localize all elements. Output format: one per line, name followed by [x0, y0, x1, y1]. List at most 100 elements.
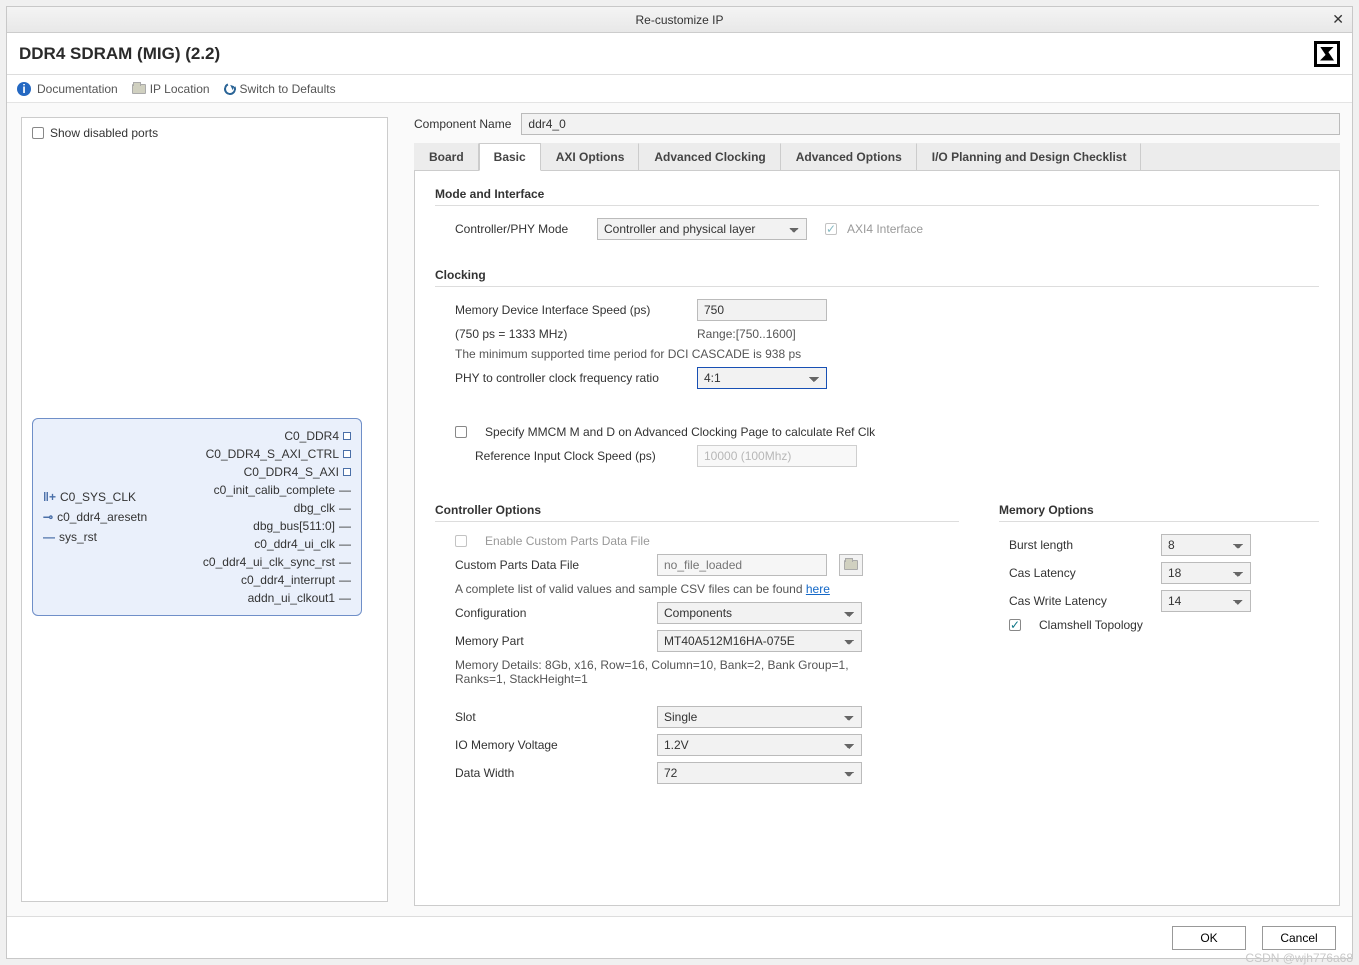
here-link[interactable]: here: [806, 582, 830, 596]
pin-icon: ⊸: [43, 510, 53, 524]
io-voltage-select[interactable]: 1.2V: [657, 734, 862, 756]
memory-details: Memory Details: 8Gb, x16, Row=16, Column…: [455, 658, 875, 686]
button-bar: OK Cancel: [7, 916, 1352, 958]
memory-part-select[interactable]: MT40A512M16HA-075E: [657, 630, 862, 652]
custom-file-label: Custom Parts Data File: [455, 558, 645, 572]
ip-location-label: IP Location: [150, 82, 210, 96]
axi4-interface-checkbox: AXI4 Interface: [825, 222, 923, 236]
tab-bar: Board Basic AXI Options Advanced Clockin…: [414, 143, 1340, 171]
cas-latency-label: Cas Latency: [1009, 566, 1149, 580]
documentation-label: Documentation: [37, 82, 118, 96]
show-disabled-ports-checkbox[interactable]: Show disabled ports: [32, 126, 377, 140]
cas-write-latency-select[interactable]: 14: [1161, 590, 1251, 612]
ref-clock-select: 10000 (100Mhz): [697, 445, 857, 467]
enable-custom-parts-checkbox: Enable Custom Parts Data File: [455, 534, 959, 548]
phy-ratio-label: PHY to controller clock frequency ratio: [455, 371, 685, 385]
controller-mode-label: Controller/PHY Mode: [455, 222, 585, 236]
switch-defaults-label: Switch to Defaults: [240, 82, 336, 96]
speed-conversion: (750 ps = 1333 MHz): [455, 327, 685, 341]
section-clocking-title: Clocking: [435, 268, 1319, 282]
browse-file-button[interactable]: [839, 554, 863, 576]
switch-defaults-link[interactable]: Switch to Defaults: [224, 82, 336, 96]
pin-icon: —: [339, 591, 351, 605]
enable-custom-parts-label: Enable Custom Parts Data File: [485, 534, 650, 548]
slot-label: Slot: [455, 710, 645, 724]
controller-mode-select[interactable]: Controller and physical layer: [597, 218, 807, 240]
cas-latency-select[interactable]: 18: [1161, 562, 1251, 584]
burst-length-select[interactable]: 8: [1161, 534, 1251, 556]
port-icon: [343, 450, 351, 458]
clamshell-checkbox[interactable]: Clamshell Topology: [1009, 618, 1319, 632]
checkbox-icon: [1009, 619, 1021, 631]
link-bar: i Documentation IP Location Switch to De…: [7, 75, 1352, 103]
show-disabled-ports-label: Show disabled ports: [50, 126, 158, 140]
outport: c0_init_calib_complete: [214, 483, 335, 497]
data-width-label: Data Width: [455, 766, 645, 780]
tab-io-planning[interactable]: I/O Planning and Design Checklist: [917, 143, 1142, 170]
cas-write-latency-label: Cas Write Latency: [1009, 594, 1149, 608]
custom-file-input: [657, 554, 827, 576]
tab-basic[interactable]: Basic: [479, 143, 541, 171]
tab-advanced-options[interactable]: Advanced Options: [781, 143, 917, 170]
valid-values-note: A complete list of valid values and samp…: [455, 582, 806, 596]
axi4-interface-label: AXI4 Interface: [847, 222, 923, 236]
info-icon: i: [17, 82, 31, 96]
pin-icon: —: [339, 573, 351, 587]
section-controller-title: Controller Options: [435, 503, 959, 517]
outport: c0_ddr4_ui_clk_sync_rst: [203, 555, 335, 569]
outport: dbg_clk: [294, 501, 335, 515]
speed-range: Range:[750..1600]: [697, 327, 796, 341]
titlebar: Re-customize IP ✕: [7, 7, 1352, 33]
outport: C0_DDR4: [284, 429, 339, 443]
inport: sys_rst: [59, 530, 97, 544]
vendor-logo-icon: [1314, 41, 1340, 67]
checkbox-icon: [825, 223, 837, 235]
inport: c0_ddr4_aresetn: [57, 510, 147, 524]
phy-ratio-select[interactable]: 4:1: [697, 367, 827, 389]
configuration-label: Configuration: [455, 606, 645, 620]
burst-length-label: Burst length: [1009, 538, 1149, 552]
component-name-input[interactable]: [521, 113, 1340, 135]
checkbox-icon: [455, 535, 467, 547]
pin-icon: —: [339, 519, 351, 533]
outport: C0_DDR4_S_AXI: [244, 465, 339, 479]
data-width-select[interactable]: 72: [657, 762, 862, 784]
clamshell-label: Clamshell Topology: [1039, 618, 1143, 632]
io-voltage-label: IO Memory Voltage: [455, 738, 645, 752]
folder-icon: [132, 84, 146, 94]
pin-icon: —: [339, 483, 351, 497]
tab-board[interactable]: Board: [414, 143, 479, 170]
tab-advanced-clocking[interactable]: Advanced Clocking: [639, 143, 780, 170]
inport: C0_SYS_CLK: [60, 490, 136, 504]
close-icon[interactable]: ✕: [1332, 11, 1344, 28]
configuration-select[interactable]: Components: [657, 602, 862, 624]
reload-icon: [222, 81, 237, 96]
pin-icon: —: [339, 555, 351, 569]
mmcm-label: Specify MMCM M and D on Advanced Clockin…: [485, 425, 875, 439]
section-memory-title: Memory Options: [999, 503, 1319, 517]
pin-icon: —: [339, 537, 351, 551]
outport: addn_ui_clkout1: [248, 591, 335, 605]
ok-button[interactable]: OK: [1172, 926, 1246, 950]
outport: c0_ddr4_interrupt: [241, 573, 335, 587]
mmcm-checkbox[interactable]: Specify MMCM M and D on Advanced Clockin…: [455, 425, 1319, 439]
port-diagram: ‖+C0_SYS_CLK ⊸c0_ddr4_aresetn —sys_rst C…: [32, 418, 362, 616]
section-mode-title: Mode and Interface: [435, 187, 1319, 201]
interface-speed-label: Memory Device Interface Speed (ps): [455, 303, 685, 317]
slot-select[interactable]: Single: [657, 706, 862, 728]
ip-location-link[interactable]: IP Location: [132, 82, 210, 96]
dialog-window: Re-customize IP ✕ DDR4 SDRAM (MIG) (2.2)…: [6, 6, 1353, 959]
documentation-link[interactable]: i Documentation: [17, 82, 118, 96]
cancel-button[interactable]: Cancel: [1262, 926, 1336, 950]
interface-speed-input[interactable]: [697, 299, 827, 321]
page-title: DDR4 SDRAM (MIG) (2.2): [19, 44, 220, 64]
dialog-title: Re-customize IP: [635, 13, 723, 27]
pin-icon: —: [339, 501, 351, 515]
outport: C0_DDR4_S_AXI_CTRL: [206, 447, 339, 461]
header: DDR4 SDRAM (MIG) (2.2): [7, 33, 1352, 75]
port-icon: [343, 468, 351, 476]
tab-axi-options[interactable]: AXI Options: [541, 143, 640, 170]
right-pane: Component Name Board Basic AXI Options A…: [402, 103, 1352, 916]
left-pane: Show disabled ports ‖+C0_SYS_CLK ⊸c0_ddr…: [7, 103, 402, 916]
outport: dbg_bus[511:0]: [253, 519, 335, 533]
